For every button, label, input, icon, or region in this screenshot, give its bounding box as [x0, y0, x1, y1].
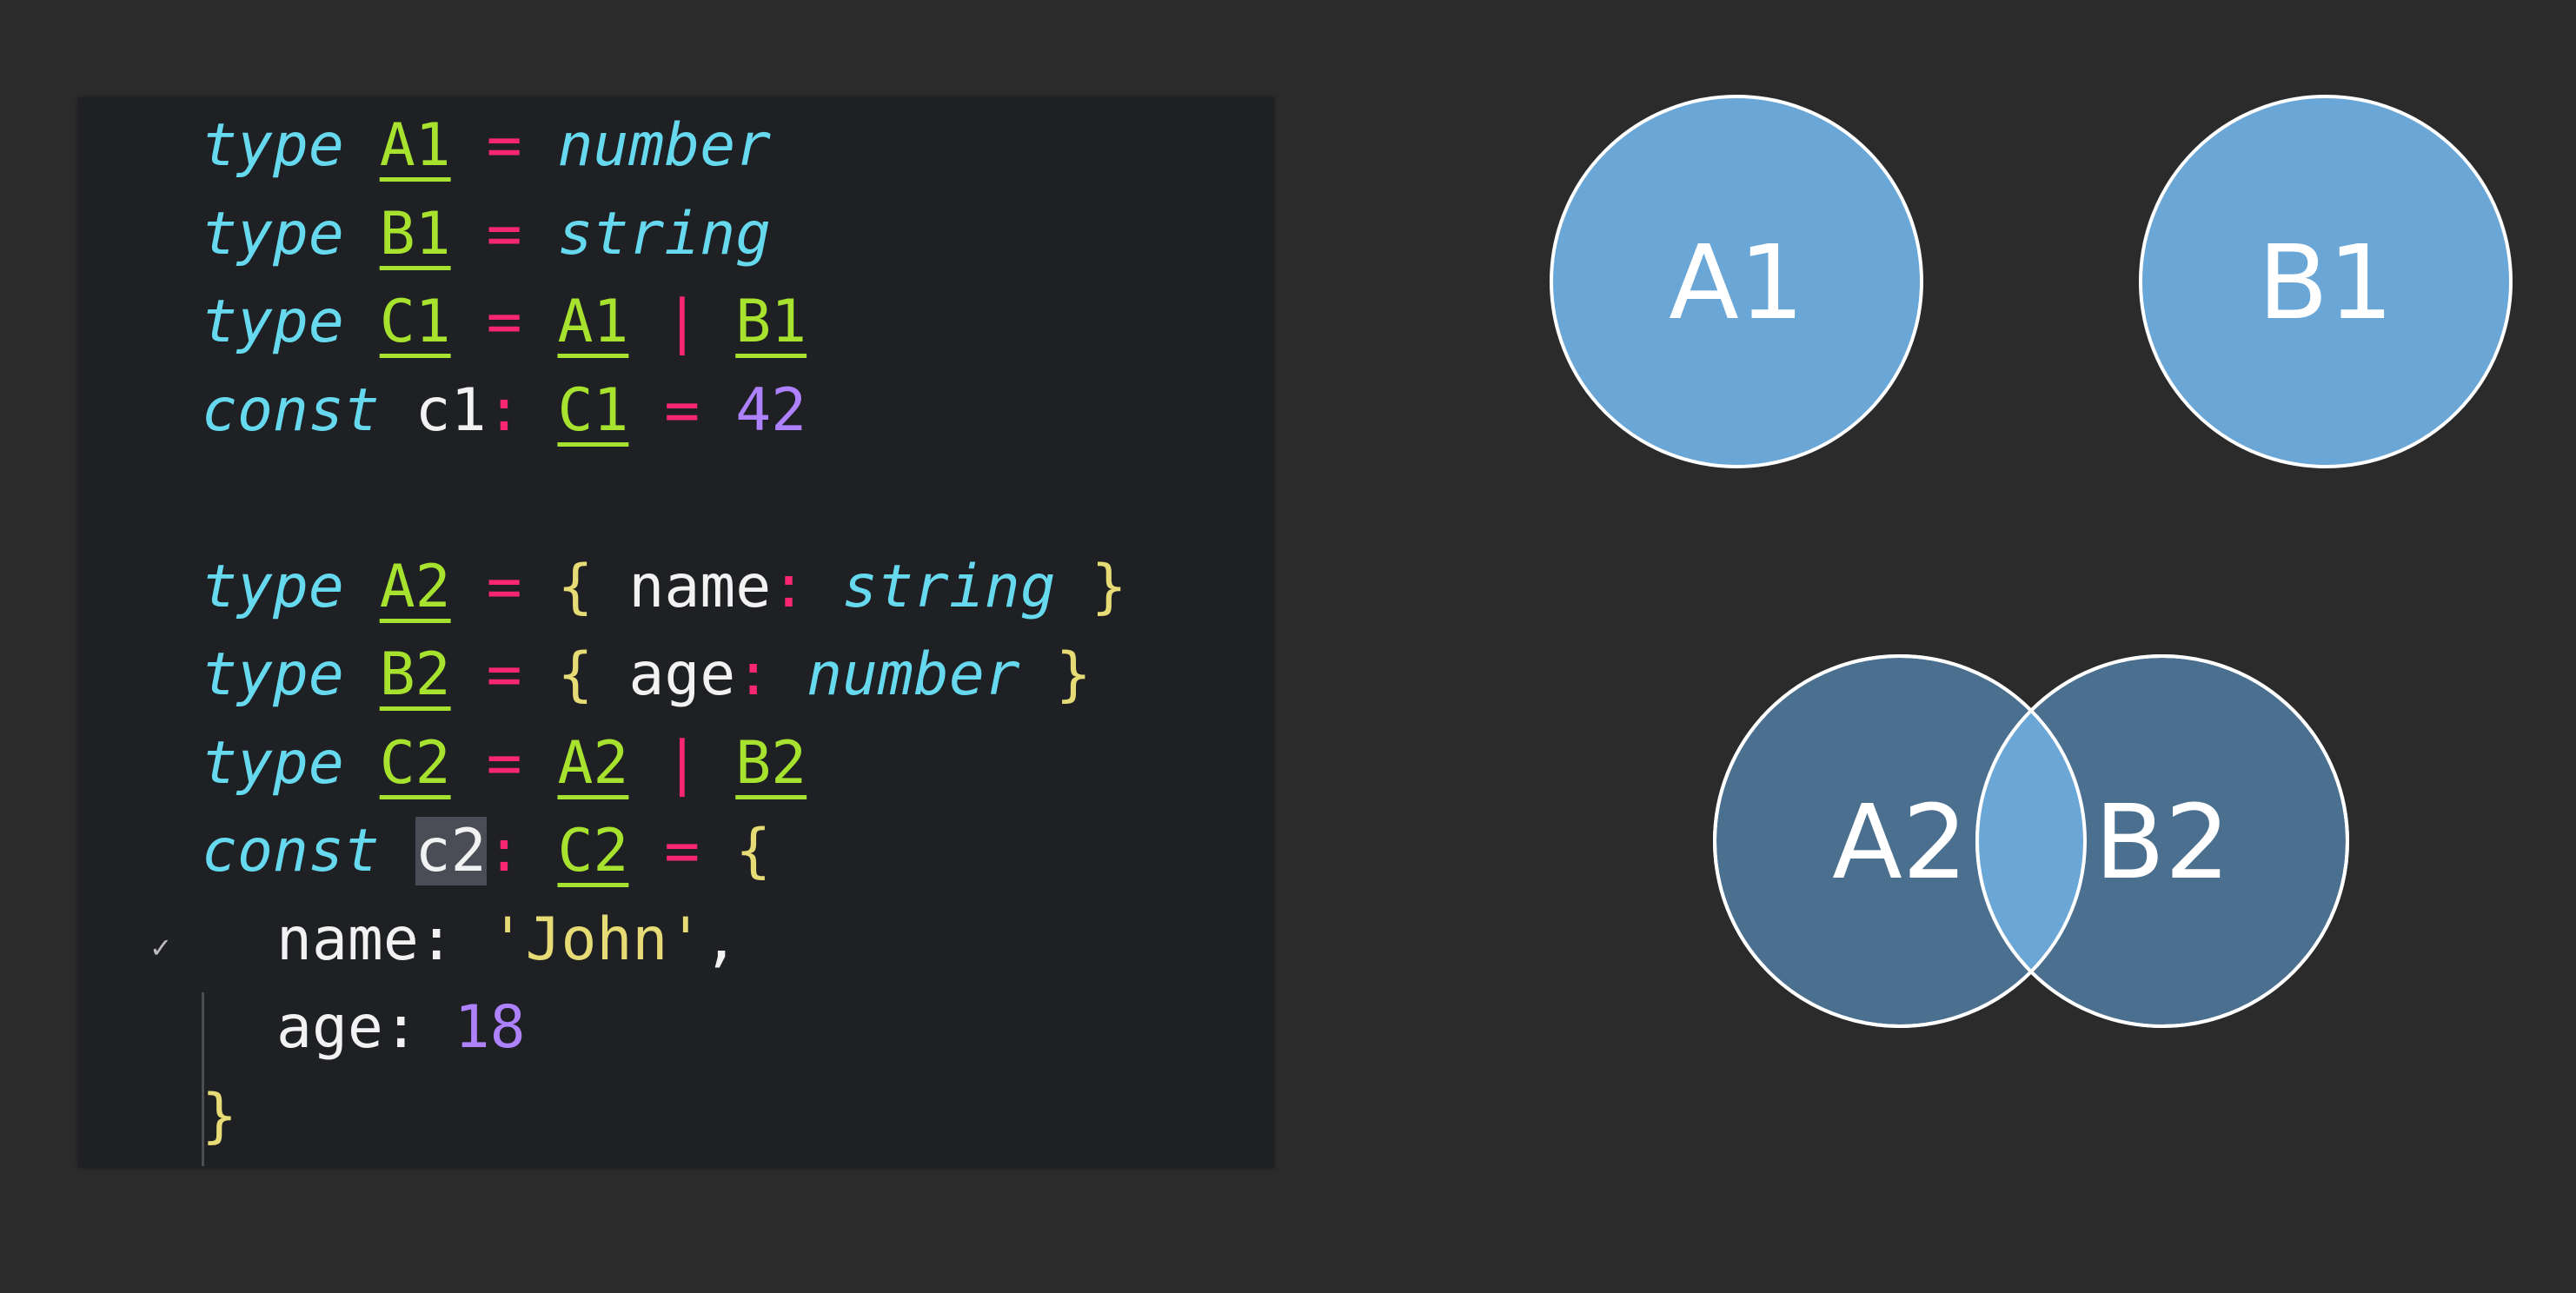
label-b2: B2 — [2095, 782, 2230, 902]
venn-diagram: A1 B1 A2 B2 — [1550, 95, 2513, 1028]
slide-stage: ✓ type A1 = number type B1 = string type C… — [0, 0, 2576, 1293]
label-a2: A2 — [1832, 782, 1968, 902]
label-a1: A1 — [1669, 222, 1804, 342]
label-b1: B1 — [2258, 222, 2393, 342]
